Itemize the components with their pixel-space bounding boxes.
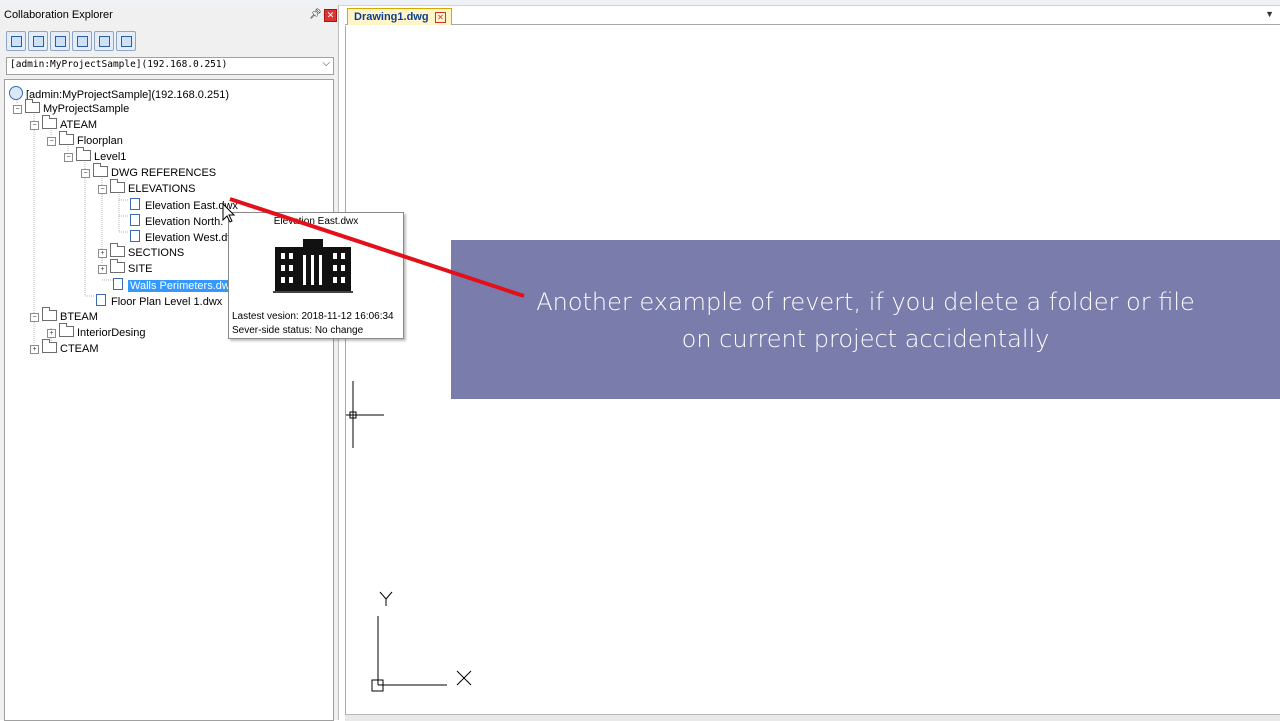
tree-node-label: ELEVATIONS (128, 183, 196, 195)
tree-file-elevation-east[interactable]: Elevation East.dwx (130, 198, 238, 212)
sync-icon[interactable] (50, 31, 70, 51)
project-tree[interactable]: [admin:MyProjectSample](192.168.0.251) −… (4, 79, 334, 721)
folder-open-icon (93, 163, 108, 177)
server-icon (9, 86, 23, 100)
tree-node-interior[interactable]: InteriorDesing (59, 323, 146, 340)
collapse-icon[interactable]: − (47, 137, 56, 146)
tree-file-elevation-west[interactable]: Elevation West.dv (130, 230, 233, 244)
collapse-icon[interactable]: − (30, 121, 39, 130)
caption-line2: on current project accidentally (681, 325, 1050, 353)
file-icon (130, 230, 140, 242)
expand-icon[interactable]: + (98, 249, 107, 258)
tab-drawing1[interactable]: Drawing1.dwg ✕ (347, 8, 452, 25)
folder-open-icon (110, 179, 125, 193)
tree-node-label: Level1 (94, 151, 127, 163)
tree-file-floor-plan-level1[interactable]: Floor Plan Level 1.dwx (96, 294, 222, 308)
tree-node-cteam[interactable]: CTEAM (42, 339, 99, 356)
file-icon (113, 278, 123, 290)
server-select-value: [admin:MyProjectSample](192.168.0.251) (10, 59, 228, 70)
tooltip-status: Sever-side status: No change (232, 325, 364, 336)
caption-banner: Another example of revert, if you delete… (451, 240, 1280, 399)
tree-node-label: ATEAM (60, 119, 98, 131)
panel-title: Collaboration Explorer (4, 9, 113, 21)
tree-node-label: DWG REFERENCES (111, 167, 217, 179)
folder-icon (59, 323, 74, 337)
tree-node-site[interactable]: SITE (110, 259, 153, 276)
close-icon[interactable]: ✕ (324, 9, 337, 22)
collaboration-explorer-panel: Collaboration Explorer 📌︎ ✕ [admin:MyPro… (0, 5, 339, 721)
caption-line1: Another example of revert, if you delete… (536, 288, 1195, 316)
tree-node-label: Elevation East.dwx (145, 200, 238, 212)
expand-icon[interactable]: + (30, 345, 39, 354)
tree-node-sections[interactable]: SECTIONS (110, 243, 185, 260)
tree-node-level1[interactable]: Level1 (76, 147, 127, 164)
collapse-icon[interactable]: − (30, 313, 39, 322)
folder-icon (110, 243, 125, 257)
folder-open-icon (25, 99, 40, 113)
caption-text: Another example of revert, if you delete… (451, 284, 1280, 358)
tree-node-label-selected: Walls Perimeters.dwx (128, 280, 238, 292)
tree-node-label: Elevation West.dv (145, 232, 233, 244)
tree-node-label: MyProjectSample (43, 103, 130, 115)
project-list-icon[interactable] (28, 31, 48, 51)
tree-node-label: SECTIONS (128, 247, 185, 259)
tree-file-elevation-north[interactable]: Elevation North. (130, 214, 223, 228)
expand-icon[interactable]: + (98, 265, 107, 274)
tree-node-dwg-references[interactable]: DWG REFERENCES (93, 163, 217, 180)
file-icon (130, 198, 140, 210)
tree-node-label: InteriorDesing (77, 327, 146, 339)
tree-node-elevations[interactable]: ELEVATIONS (110, 179, 196, 196)
ucs-axis-icon (371, 591, 472, 692)
folder-icon (110, 259, 125, 273)
tree-node-label: Elevation North. (145, 216, 224, 228)
server-select[interactable]: [admin:MyProjectSample](192.168.0.251) ⌵ (6, 57, 334, 75)
tree-root-label: [admin:MyProjectSample](192.168.0.251) (26, 89, 229, 101)
crosshair-icon (346, 381, 384, 448)
tree-node-label: BTEAM (60, 311, 98, 323)
collapse-icon[interactable]: − (81, 169, 90, 178)
chevron-down-icon[interactable]: ▼ (1265, 9, 1274, 19)
folder-open-icon (42, 115, 57, 129)
file-icon (130, 214, 140, 226)
connect-icon[interactable] (6, 31, 26, 51)
folder-open-icon (42, 307, 57, 321)
tooltip-version: Lastest vesion: 2018-11-12 16:06:34 (232, 311, 394, 322)
tree-node-floorplan[interactable]: Floorplan (59, 131, 123, 148)
tree-node-ateam[interactable]: ATEAM (42, 115, 98, 132)
chevron-down-icon[interactable]: ⌵ (322, 58, 330, 69)
collapse-icon[interactable]: − (13, 105, 22, 114)
folder-open-icon (59, 131, 74, 145)
preview-icon[interactable] (72, 31, 92, 51)
expand-icon[interactable]: + (47, 329, 56, 338)
collapse-icon[interactable]: − (64, 153, 73, 162)
tree-node-label: Floorplan (77, 135, 123, 147)
file-icon (96, 294, 106, 306)
pin-icon[interactable]: 📌︎ (309, 9, 322, 20)
file-tooltip: Elevation East.dwx Lastest vesion: 2018-… (228, 212, 404, 339)
tree-node-project[interactable]: MyProjectSample (25, 99, 130, 116)
document-tabstrip: Drawing1.dwg ✕ ▼ (345, 6, 1280, 25)
building-thumbnail-icon (273, 239, 353, 293)
close-icon[interactable]: ✕ (435, 12, 446, 23)
download-icon[interactable] (116, 31, 136, 51)
collapse-icon[interactable]: − (98, 185, 107, 194)
tree-file-walls-perimeters[interactable]: Walls Perimeters.dwx (113, 278, 238, 292)
panel-header: Collaboration Explorer 📌︎ ✕ (0, 7, 338, 23)
tree-node-label: SITE (128, 263, 153, 275)
tooltip-title: Elevation East.dwx (273, 216, 359, 227)
ucs-x-label: X (346, 26, 347, 27)
upload-icon[interactable] (94, 31, 114, 51)
tree-node-label: Floor Plan Level 1.dwx (111, 296, 223, 308)
folder-open-icon (76, 147, 91, 161)
tree-root-server[interactable]: [admin:MyProjectSample](192.168.0.251) (9, 86, 229, 101)
tree-node-bteam[interactable]: BTEAM (42, 307, 98, 324)
folder-icon (42, 339, 57, 353)
tab-label: Drawing1.dwg (354, 11, 429, 23)
tree-node-label: CTEAM (60, 343, 99, 355)
